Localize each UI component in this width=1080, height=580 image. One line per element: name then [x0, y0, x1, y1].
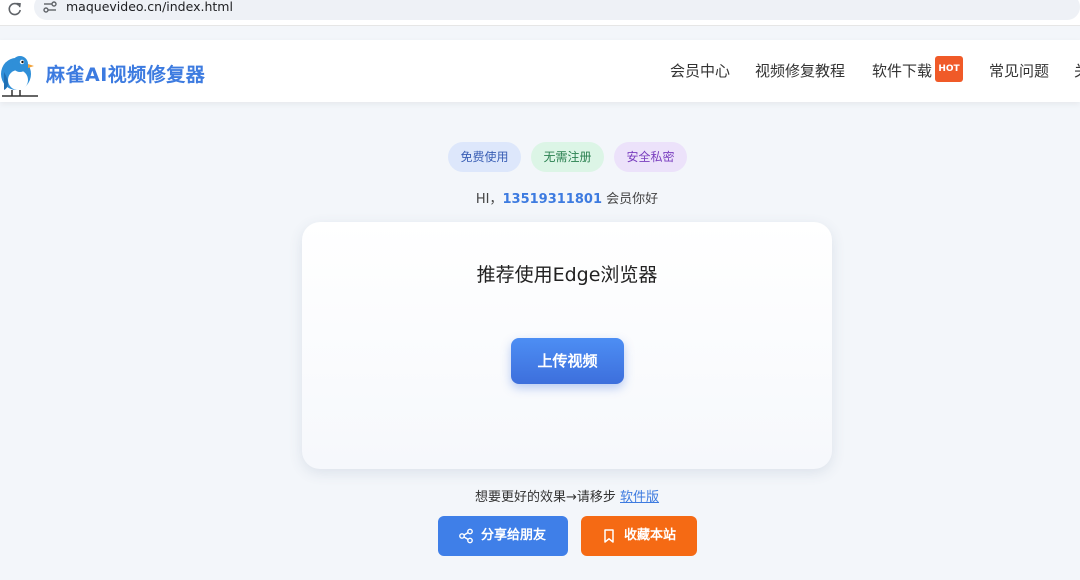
upload-card: 推荐使用Edge浏览器 上传视频 [302, 222, 832, 469]
member-phone: 13519311801 [502, 192, 602, 207]
bookmark-icon [604, 529, 614, 543]
tag-no-registration: 无需注册 [531, 142, 604, 172]
nav-item-about[interactable]: 关 [1074, 60, 1080, 81]
hot-badge: HOT [935, 56, 963, 82]
greeting-suffix: 会员你好 [601, 192, 659, 207]
site-header: 麻雀AI视频修复器 会员中心 视频修复教程 软件下载 HOT 常见问题 关 [0, 40, 1080, 102]
browser-address-bar: maquevideo.cn/index.html [0, 0, 1080, 26]
site-info-icon[interactable] [42, 0, 58, 14]
nav-item-download[interactable]: 软件下载 [872, 60, 932, 81]
hint-text: 想要更好的效果→请移步 [474, 490, 620, 505]
nav-item-member-center[interactable]: 会员中心 [670, 60, 730, 81]
share-button-label: 分享给朋友 [481, 528, 547, 543]
url-text[interactable]: maquevideo.cn/index.html [66, 0, 233, 14]
favorite-button-label: 收藏本站 [624, 528, 677, 543]
tag-free: 免费使用 [448, 142, 521, 172]
upload-video-button[interactable]: 上传视频 [511, 338, 624, 384]
url-bar[interactable]: maquevideo.cn/index.html [34, 0, 1080, 20]
share-icon [459, 528, 473, 544]
software-hint: 想要更好的效果→请移步 软件版 [0, 486, 1080, 505]
share-button[interactable]: 分享给朋友 [438, 516, 568, 556]
nav-item-tutorial[interactable]: 视频修复教程 [755, 60, 845, 81]
bird-logo-icon[interactable] [0, 46, 40, 98]
nav-item-faq[interactable]: 常见问题 [989, 60, 1049, 81]
favorite-button[interactable]: 收藏本站 [581, 516, 697, 556]
member-greeting: HI，13519311801 会员你好 [0, 188, 1080, 207]
reload-icon[interactable] [6, 0, 24, 18]
tag-privacy: 安全私密 [614, 142, 687, 172]
brand-title[interactable]: 麻雀AI视频修复器 [46, 60, 205, 87]
software-version-link[interactable]: 软件版 [620, 490, 659, 505]
browser-recommendation: 推荐使用Edge浏览器 [476, 264, 658, 286]
greeting-prefix: HI， [475, 192, 503, 207]
